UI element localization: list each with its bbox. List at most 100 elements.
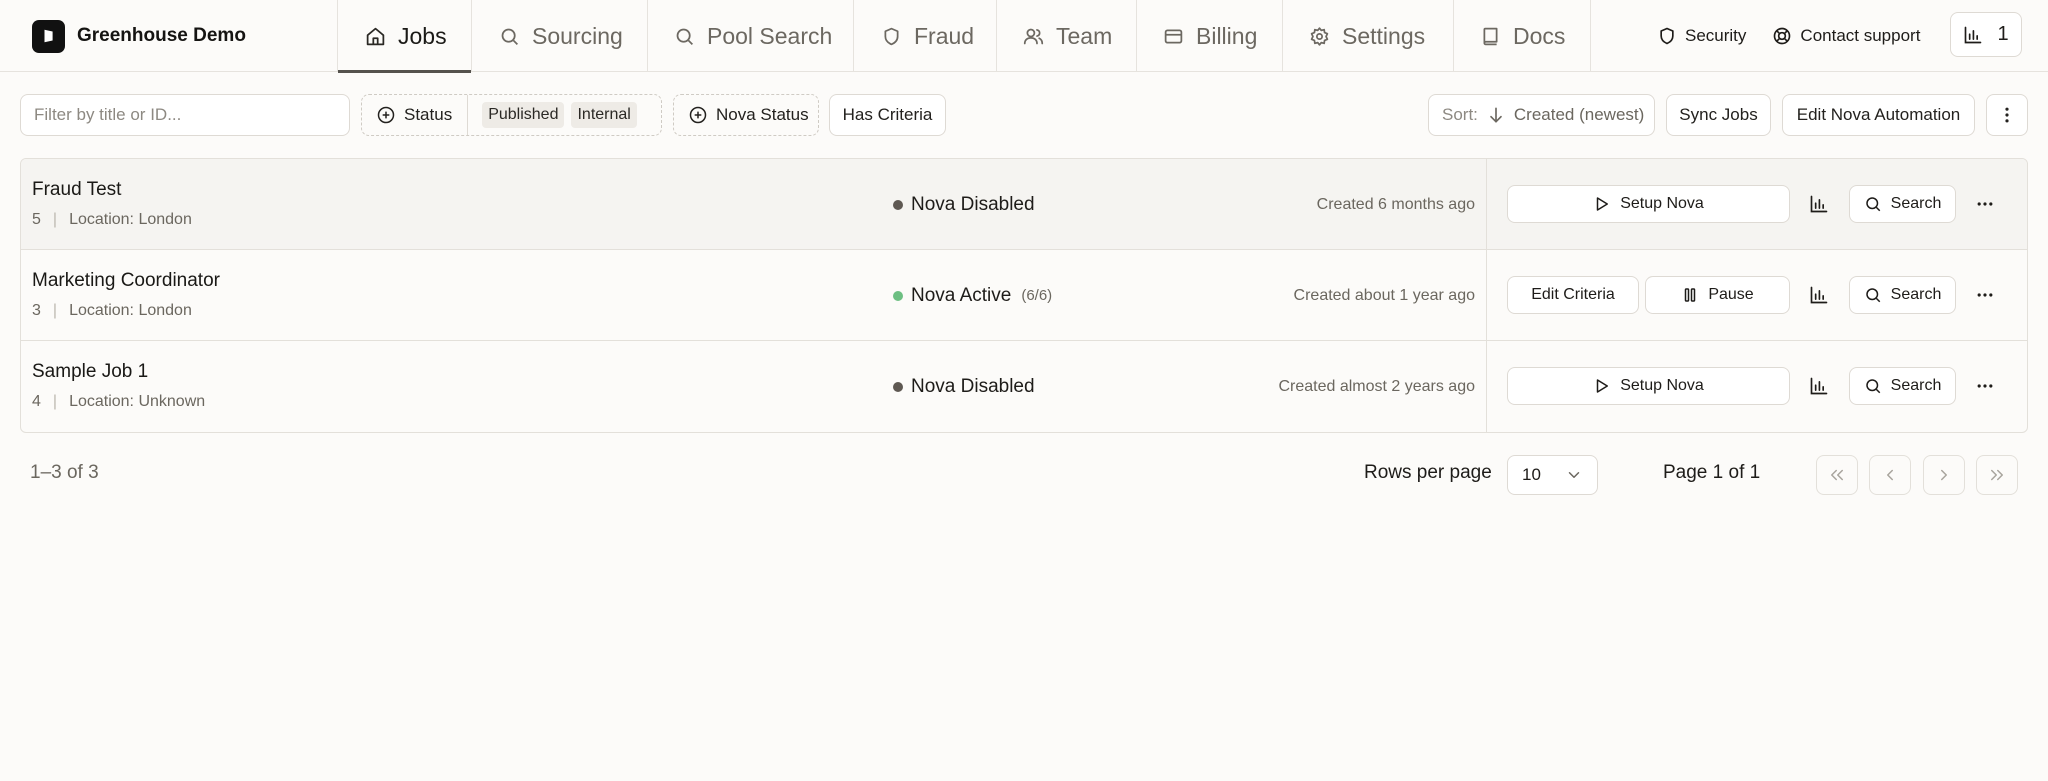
status-filter-button[interactable]: Status [362,105,467,125]
rows-per-page-value: 10 [1522,465,1541,484]
analytics-button[interactable] [1800,276,1838,314]
chevron-down-icon [1565,466,1583,484]
has-criteria-filter[interactable]: Has Criteria [829,94,946,136]
meta-separator: | [52,211,58,228]
home-icon [365,26,386,47]
book-icon [1480,26,1501,47]
tab-settings[interactable]: Settings [1282,0,1453,72]
job-title[interactable]: Marketing Coordinator [32,270,220,292]
gear-icon [1309,26,1330,47]
tab-billing[interactable]: Billing [1136,0,1282,72]
search-icon [1864,195,1882,213]
edit-criteria-label: Edit Criteria [1531,286,1615,303]
analytics-button[interactable] [1800,367,1838,405]
sort-select[interactable]: Sort: Created (newest) [1428,94,1655,136]
last-page-button[interactable] [1976,455,2018,495]
setup-nova-button[interactable]: Setup Nova [1507,367,1790,405]
search-button[interactable]: Search [1849,276,1956,314]
search-icon [1864,377,1882,395]
tab-label: Sourcing [532,22,623,49]
shield-icon [881,26,902,47]
shield-icon [1657,26,1677,46]
previous-page-button[interactable] [1869,455,1911,495]
sync-jobs-button[interactable]: Sync Jobs [1666,94,1771,136]
tab-fraud[interactable]: Fraud [853,0,996,72]
search-button[interactable]: Search [1849,367,1956,405]
tab-sourcing[interactable]: Sourcing [471,0,647,72]
more-vertical-icon [1997,105,2017,125]
created-date: Created about 1 year ago [1293,286,1475,304]
job-title[interactable]: Sample Job 1 [32,361,148,383]
tab-docs[interactable]: Docs [1453,0,1591,72]
row-more-button[interactable] [1966,276,2004,314]
meta-separator: | [52,393,58,410]
job-location: Location: London [69,302,192,319]
stats-count: 1 [1997,23,2009,45]
status-dot [893,290,903,301]
table-row[interactable]: Marketing Coordinator 3 | Location: Lond… [21,250,2027,341]
job-title[interactable]: Fraud Test [32,179,121,201]
status-dot [893,381,903,392]
stats-button[interactable]: 1 [1950,12,2022,57]
right-nav: Security Contact support [1657,0,1920,72]
tab-pool-search[interactable]: Pool Search [647,0,853,72]
nova-status-label: Nova Disabled [911,193,1035,215]
contact-support-link[interactable]: Contact support [1772,26,1920,46]
first-page-button[interactable] [1816,455,1858,495]
play-icon [1593,195,1611,213]
edit-criteria-button[interactable]: Edit Criteria [1507,276,1639,314]
setup-nova-label: Setup Nova [1620,377,1704,394]
next-page-button[interactable] [1923,455,1965,495]
bar-chart-icon [1809,194,1829,214]
meta-separator: | [52,302,58,319]
security-link[interactable]: Security [1657,26,1746,46]
more-horizontal-icon [1975,376,1995,396]
edit-nova-automation-button[interactable]: Edit Nova Automation [1782,94,1975,136]
more-horizontal-icon [1975,194,1995,214]
brand-name: Greenhouse Demo [77,25,246,46]
tab-jobs[interactable]: Jobs [337,0,471,73]
status-dot [893,199,903,210]
nova-status: Nova Disabled [893,159,1035,250]
credit-card-icon [1163,26,1184,47]
row-more-button[interactable] [1966,185,2004,223]
job-meta: 3 | Location: London [32,302,192,320]
tab-label: Settings [1342,22,1426,49]
tab-team[interactable]: Team [996,0,1136,72]
search-icon [674,26,695,47]
search-button[interactable]: Search [1849,185,1956,223]
bar-chart-icon [1809,285,1829,305]
has-criteria-label: Has Criteria [842,105,933,124]
brand[interactable]: Greenhouse Demo [32,18,246,54]
sync-jobs-label: Sync Jobs [1679,105,1758,124]
more-options-button[interactable] [1986,94,2028,136]
row-more-button[interactable] [1966,367,2004,405]
sort-prefix: Sort: [1442,105,1478,124]
job-meta: 5 | Location: London [32,211,192,229]
setup-nova-button[interactable]: Setup Nova [1507,185,1790,223]
created-date: Created 6 months ago [1316,195,1475,213]
nova-status-filter[interactable]: Nova Status [673,94,819,136]
table-row[interactable]: Fraud Test 5 | Location: London Nova Dis… [21,159,2027,250]
status-filter[interactable]: Status Published Internal [361,94,662,136]
job-id: 3 [32,302,41,319]
chevrons-right-icon [1988,466,2006,484]
chevron-right-icon [1935,466,1953,484]
status-pill: Internal [571,102,637,128]
rows-per-page-label: Rows per page [1364,462,1492,483]
users-icon [1023,26,1044,47]
security-label: Security [1685,26,1747,45]
search-icon [499,26,520,47]
nova-count: (6/6) [1021,287,1053,304]
setup-nova-label: Setup Nova [1620,195,1704,212]
tab-label: Fraud [914,22,975,49]
nova-status: Nova Disabled [893,341,1035,432]
pause-button[interactable]: Pause [1645,276,1790,314]
filter-input[interactable] [20,94,350,136]
nova-status-label: Nova Disabled [911,375,1035,397]
search-icon [1864,286,1882,304]
analytics-button[interactable] [1800,185,1838,223]
table-row[interactable]: Sample Job 1 4 | Location: Unknown Nova … [21,341,2027,432]
rows-per-page-select[interactable]: 10 [1507,455,1598,495]
nova-status: Nova Active (6/6) [893,250,1052,341]
